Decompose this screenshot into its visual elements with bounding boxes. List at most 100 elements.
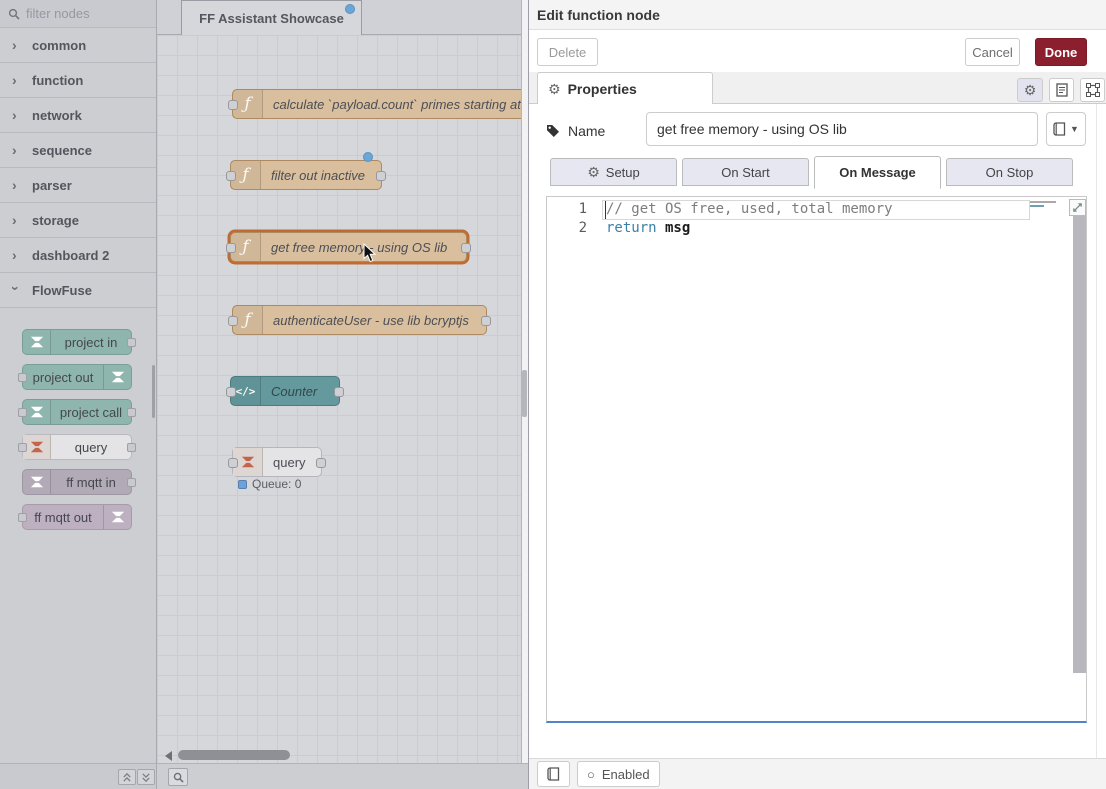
- palette-node-ff-mqtt-out[interactable]: ff mqtt out: [22, 504, 132, 530]
- enabled-toggle-button[interactable]: ○ Enabled: [577, 761, 660, 787]
- canvas-footer: [157, 763, 528, 789]
- expand-editor-button[interactable]: [1069, 199, 1086, 216]
- search-icon: [173, 772, 184, 783]
- node-input-port[interactable]: [226, 387, 236, 397]
- chevron-right-icon: ›: [12, 212, 20, 228]
- chevron-right-icon: ›: [12, 142, 20, 158]
- palette-node-query[interactable]: query: [22, 434, 132, 460]
- palette-search[interactable]: [0, 0, 156, 28]
- node-input-port: [18, 443, 27, 452]
- tab-on-message[interactable]: On Message: [814, 156, 941, 189]
- tab-setup[interactable]: ⚙ Setup: [550, 158, 677, 186]
- node-input-port[interactable]: [226, 243, 236, 253]
- node-input-port[interactable]: [226, 171, 236, 181]
- chevron-right-icon: ›: [12, 37, 20, 53]
- node-output-port: [127, 408, 136, 417]
- edit-function-node-dialog: Edit function node Delete Cancel Done ⚙ …: [528, 0, 1106, 789]
- node-output-port: [127, 478, 136, 487]
- query-icon: [23, 435, 51, 459]
- dialog-body: Name ▼ ⚙ Setup On Start On Message On St…: [529, 104, 1106, 758]
- double-chevron-down-icon: [141, 772, 151, 783]
- flow-node-query[interactable]: query: [232, 447, 322, 477]
- frame-icon: [1086, 83, 1100, 97]
- node-input-port[interactable]: [228, 100, 238, 110]
- flowfuse-icon: [23, 400, 51, 424]
- vertical-scrollbar-track[interactable]: [521, 0, 528, 763]
- tab-on-stop[interactable]: On Stop: [946, 158, 1073, 186]
- tab-properties[interactable]: ⚙ Properties: [537, 72, 713, 104]
- palette-node-project-call[interactable]: project call: [22, 399, 132, 425]
- node-input-port: [18, 373, 27, 382]
- node-input-port[interactable]: [228, 316, 238, 326]
- description-view-button[interactable]: [1049, 78, 1074, 102]
- collapse-all-button[interactable]: [118, 769, 136, 785]
- flow-node-authenticate-user[interactable]: ƒ authenticateUser - use lib bcryptjs: [232, 305, 487, 335]
- chevron-right-icon: ›: [12, 107, 20, 123]
- node-input-port: [18, 408, 27, 417]
- palette-category-sequence[interactable]: ›sequence: [0, 133, 156, 168]
- appearance-view-button[interactable]: [1080, 78, 1105, 102]
- canvas-search-button[interactable]: [168, 768, 188, 786]
- flowfuse-icon: [23, 470, 51, 494]
- tab-on-start[interactable]: On Start: [682, 158, 809, 186]
- node-red-app: ›common ›function ›network ›sequence ›pa…: [0, 0, 1106, 789]
- node-input-port: [18, 513, 27, 522]
- palette-filter-input[interactable]: [26, 6, 136, 21]
- node-output-port[interactable]: [461, 243, 471, 253]
- flowfuse-icon: [103, 365, 131, 389]
- tab-ff-assistant-showcase[interactable]: FF Assistant Showcase: [181, 0, 362, 35]
- node-output-port[interactable]: [316, 458, 326, 468]
- node-info-library-button[interactable]: [537, 761, 570, 787]
- cancel-button[interactable]: Cancel: [965, 38, 1020, 66]
- scroll-left-arrow[interactable]: [165, 751, 172, 761]
- tag-icon: [546, 124, 560, 138]
- palette-scrollbar[interactable]: [152, 365, 155, 418]
- palette-category-parser[interactable]: ›parser: [0, 168, 156, 203]
- palette-node-project-in[interactable]: project in: [22, 329, 132, 355]
- vertical-scrollbar-thumb[interactable]: [522, 370, 527, 417]
- palette-category-function[interactable]: ›function: [0, 63, 156, 98]
- node-output-port[interactable]: [376, 171, 386, 181]
- palette-node-ff-mqtt-in[interactable]: ff mqtt in: [22, 469, 132, 495]
- palette-category-dashboard2[interactable]: ›dashboard 2: [0, 238, 156, 273]
- library-button[interactable]: ▼: [1046, 112, 1086, 146]
- flow-node-get-free-memory[interactable]: ƒ get free memory - using OS lib: [230, 232, 467, 262]
- flow-node-filter-out-inactive[interactable]: ƒ filter out inactive: [230, 160, 382, 190]
- palette-category-common[interactable]: ›common: [0, 28, 156, 63]
- code-line: return msg: [606, 220, 690, 236]
- line-number: 1: [547, 201, 587, 217]
- flowfuse-icon: [103, 505, 131, 529]
- properties-view-button[interactable]: ⚙: [1017, 78, 1043, 102]
- gear-icon: ⚙: [587, 165, 600, 179]
- code-editor[interactable]: 1 2 // get OS free, used, total memory r…: [546, 196, 1087, 723]
- dialog-tab-row: ⚙ Properties ⚙: [529, 72, 1106, 104]
- workspace-canvas[interactable]: FF Assistant Showcase ƒ calculate `paylo…: [157, 0, 528, 789]
- workspace-tab-bar: FF Assistant Showcase: [157, 0, 528, 35]
- expand-all-button[interactable]: [137, 769, 155, 785]
- palette-category-flowfuse[interactable]: ›FlowFuse: [0, 273, 156, 308]
- gear-icon: ⚙: [1024, 83, 1037, 97]
- book-icon: [1053, 122, 1066, 136]
- palette-category-network[interactable]: ›network: [0, 98, 156, 133]
- unsaved-changes-dot: [345, 4, 355, 14]
- flow-node-counter[interactable]: </> Counter: [230, 376, 340, 406]
- name-input[interactable]: [646, 112, 1038, 146]
- gear-icon: ⚙: [548, 82, 561, 96]
- chevron-down-icon: ›: [8, 286, 24, 294]
- canvas-grid: [157, 35, 528, 763]
- caret-down-icon: ▼: [1070, 124, 1079, 134]
- node-output-port: [127, 443, 136, 452]
- flow-node-calculate-primes[interactable]: ƒ calculate `payload.count` primes start…: [232, 89, 528, 119]
- chevron-right-icon: ›: [12, 72, 20, 88]
- palette-node-project-out[interactable]: project out: [22, 364, 132, 390]
- mouse-cursor: [363, 243, 377, 263]
- delete-button[interactable]: Delete: [537, 38, 598, 66]
- palette-category-storage[interactable]: ›storage: [0, 203, 156, 238]
- node-output-port[interactable]: [481, 316, 491, 326]
- editor-scrollbar[interactable]: [1073, 216, 1086, 673]
- chevron-right-icon: ›: [12, 247, 20, 263]
- horizontal-scrollbar[interactable]: [178, 750, 290, 760]
- node-input-port[interactable]: [228, 458, 238, 468]
- done-button[interactable]: Done: [1035, 38, 1087, 66]
- node-output-port[interactable]: [334, 387, 344, 397]
